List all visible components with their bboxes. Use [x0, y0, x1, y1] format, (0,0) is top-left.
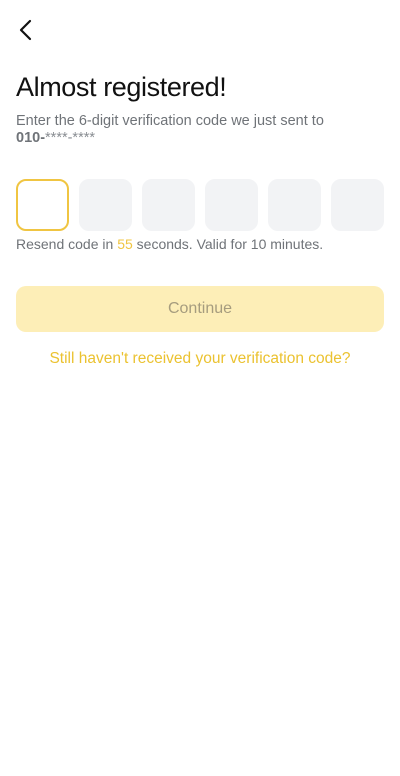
phone-masked-digits: ****-**** — [45, 130, 96, 146]
resend-timer-text: Resend code in 55 seconds. Valid for 10 … — [16, 236, 323, 252]
no-code-help-link[interactable]: Still haven't received your verification… — [0, 350, 400, 368]
resend-countdown: 55 — [117, 236, 133, 252]
otp-digit-input-4[interactable] — [205, 179, 258, 231]
phone-prefix: 010- — [16, 130, 46, 146]
page-title: Almost registered! — [16, 72, 227, 102]
resend-text-after: seconds. Valid for 10 minutes. — [132, 236, 324, 252]
back-button[interactable] — [10, 14, 42, 46]
resend-text-before: Resend code in — [16, 236, 118, 252]
otp-digit-input-3[interactable] — [142, 179, 195, 231]
otp-digit-input-5[interactable] — [268, 179, 321, 231]
otp-digit-input-6[interactable] — [331, 179, 384, 231]
continue-button[interactable]: Continue — [16, 286, 384, 332]
otp-input-group — [16, 179, 384, 231]
chevron-left-icon — [19, 19, 32, 41]
masked-phone-number: 010-****-**** — [16, 129, 95, 148]
verification-screen: Almost registered! Enter the 6-digit ver… — [0, 0, 400, 776]
otp-digit-input-2[interactable] — [79, 179, 132, 231]
otp-digit-input-1[interactable] — [16, 179, 69, 231]
